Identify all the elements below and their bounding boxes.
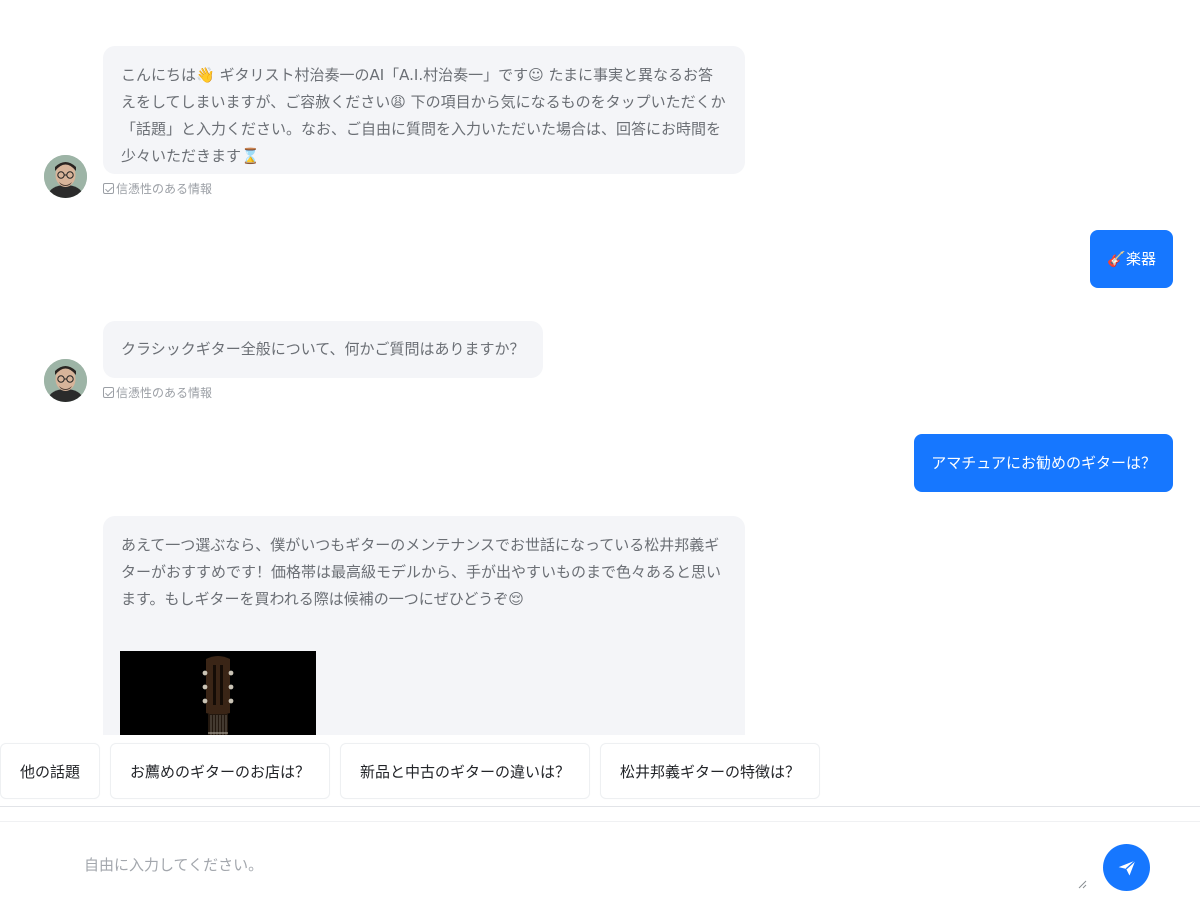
user-message-text: 🎸楽器 <box>1107 250 1156 268</box>
guitar-headstock-icon <box>120 651 316 735</box>
suggestion-chip[interactable]: お薦めのギターのお店は？ <box>110 743 331 799</box>
trust-label: 信憑性のある情報 <box>116 182 213 196</box>
divider <box>0 806 1200 807</box>
suggestion-chip[interactable]: 松井邦義ギターの特徴は？ <box>600 743 821 799</box>
check-icon <box>103 183 114 194</box>
send-button[interactable] <box>1103 844 1150 891</box>
guitar-image[interactable] <box>120 651 316 735</box>
suggestion-chip[interactable]: 他の話題 <box>0 743 101 799</box>
trust-indicator: 信憑性のある情報 <box>103 384 212 401</box>
avatar-face-icon <box>44 359 87 402</box>
paper-plane-icon <box>1118 859 1136 875</box>
resize-handle-icon[interactable] <box>1078 880 1087 889</box>
message-input[interactable] <box>70 840 1088 890</box>
bot-avatar <box>44 155 87 198</box>
avatar-face-icon <box>44 155 87 198</box>
bot-message-text: あえて一つ選ぶなら、僕がいつもギターのメンテナンスでお世話になっている松井邦義ギ… <box>121 536 722 608</box>
bot-message-text: こんにちは👋 ギタリスト村治奏一のAI「A.I.村治奏一」です☺ たまに事実と異… <box>121 66 726 165</box>
suggestion-chips: 他の話題 お薦めのギターのお店は？ 新品と中古のギターの違いは？ 松井邦義ギター… <box>0 743 1200 799</box>
check-icon <box>103 387 114 398</box>
trust-indicator: 信憑性のある情報 <box>103 180 212 197</box>
user-message: 🎸楽器 <box>1090 230 1173 288</box>
user-message-text: アマチュアにお勧めのギターは？ <box>931 454 1156 472</box>
bot-avatar <box>44 359 87 402</box>
user-message: アマチュアにお勧めのギターは？ <box>914 434 1173 492</box>
chat-log: こんにちは👋 ギタリスト村治奏一のAI「A.I.村治奏一」です☺ たまに事実と異… <box>0 0 1200 735</box>
bot-message-text: クラシックギター全般について、何かご質問はありますか？ <box>121 340 525 358</box>
bot-message: こんにちは👋 ギタリスト村治奏一のAI「A.I.村治奏一」です☺ たまに事実と異… <box>103 46 745 174</box>
bot-message: クラシックギター全般について、何かご質問はありますか？ <box>103 321 543 378</box>
suggestion-chip[interactable]: 新品と中古のギターの違いは？ <box>340 743 591 799</box>
message-composer <box>0 821 1200 901</box>
trust-label: 信憑性のある情報 <box>116 386 213 400</box>
